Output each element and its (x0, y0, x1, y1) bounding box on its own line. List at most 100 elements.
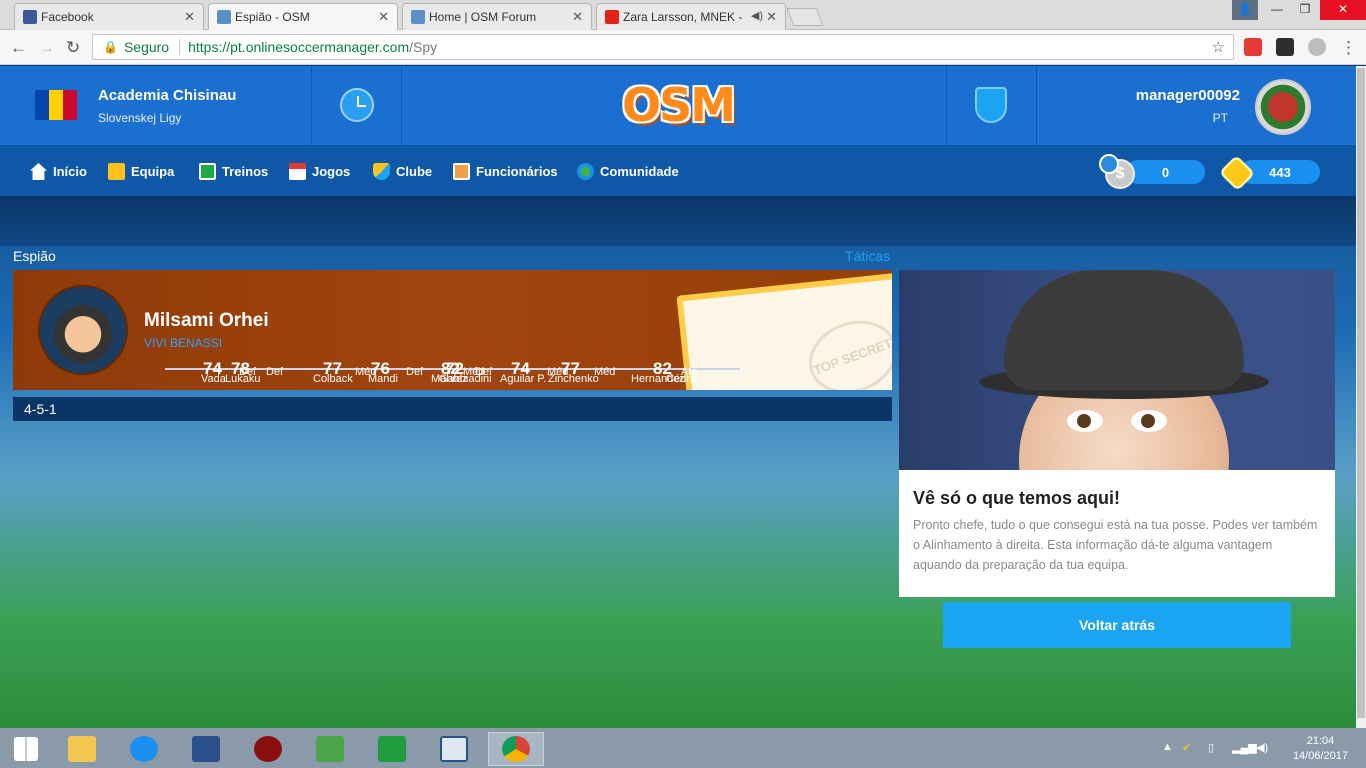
vertical-scrollbar[interactable] (1356, 66, 1366, 728)
spy-character-image (899, 270, 1335, 470)
back-arrow-icon[interactable]: ← (10, 38, 27, 58)
folder-icon (68, 736, 96, 762)
nav-clube[interactable]: Clube (373, 163, 432, 180)
calendar-icon (289, 163, 306, 180)
scrollbar-thumb[interactable] (1357, 68, 1365, 718)
taskbar-file-explorer[interactable] (58, 732, 106, 766)
extension-circle-icon[interactable] (1308, 38, 1326, 56)
spy-info-panel: Vê só o que temos aqui! Pronto chefe, tu… (899, 270, 1335, 597)
volume-icon[interactable]: ◀) (1256, 741, 1268, 754)
player-position: Méd (594, 366, 616, 378)
tab-facebook[interactable]: Facebook ✕ (14, 3, 204, 30)
tray-device-icon[interactable]: ▯ (1208, 741, 1214, 754)
clock-icon[interactable] (340, 88, 374, 122)
facebook-icon (23, 10, 37, 24)
minimize-button[interactable]: — (1262, 0, 1292, 20)
close-tab-icon[interactable]: ✕ (766, 9, 777, 25)
opponent-team-card: TOP SECRET Milsami Orhei VIVI BENASSI 74… (13, 270, 892, 390)
nav-funcionarios[interactable]: Funcionários (453, 163, 558, 180)
nav-label: Funcionários (476, 164, 558, 179)
tab-osm-forum[interactable]: Home | OSM Forum ✕ (402, 3, 592, 30)
osm-favicon-icon (217, 10, 231, 24)
portugal-crest-avatar[interactable] (1255, 79, 1311, 135)
clock-date: 14/06/2017 (1292, 750, 1348, 762)
taskbar-store[interactable] (368, 732, 416, 766)
nav-treinos[interactable]: Treinos (199, 163, 268, 180)
clock-time: 21:04 (1306, 735, 1335, 747)
main-nav: Início Equipa Treinos Jogos Clube Funcio… (0, 146, 1356, 196)
signal-icon[interactable]: ▂▄▆ (1232, 741, 1257, 754)
internet-explorer-icon (130, 736, 158, 762)
nav-jogos[interactable]: Jogos (289, 163, 350, 180)
tab-espiao-osm[interactable]: Espião - OSM ✕ (208, 3, 398, 30)
training-field-icon (199, 163, 216, 180)
piggy-bank-icon[interactable] (1099, 154, 1119, 174)
taskbar-messaging[interactable] (430, 732, 478, 766)
bookmark-star-icon[interactable]: ☆ (1212, 38, 1225, 56)
opponent-team-name: Milsami Orhei (144, 310, 269, 331)
nav-label: Equipa (131, 164, 175, 179)
user-profile-icon[interactable]: 👤 (1232, 0, 1258, 20)
address-bar[interactable]: 🔒 Seguro https://pt.onlinesoccermanager.… (92, 34, 1234, 60)
back-button[interactable]: Voltar atrás (943, 602, 1291, 648)
home-icon (30, 163, 47, 180)
extension-checkmark-icon[interactable] (1276, 38, 1294, 56)
start-button[interactable] (2, 732, 50, 766)
taskbar-media-player[interactable] (244, 732, 292, 766)
opponent-coach-name[interactable]: VIVI BENASSI (144, 336, 222, 350)
chrome-menu-icon[interactable]: ⋮ (1340, 38, 1357, 58)
maximize-button[interactable]: ❐ (1290, 0, 1320, 20)
osm-logo[interactable]: OSM (622, 78, 736, 134)
club-shield-icon (373, 163, 390, 180)
nav-inicio[interactable]: Início (30, 163, 87, 180)
taskbar-remote-desktop[interactable] (182, 732, 230, 766)
player-position: Def (475, 366, 493, 378)
nav-label: Início (53, 164, 87, 179)
new-tab-button[interactable] (786, 8, 824, 26)
tab-youtube[interactable]: Zara Larsson, MNEK - ◀) ✕ (596, 3, 786, 30)
taskbar-evernote[interactable] (306, 732, 354, 766)
shirt-icon (108, 163, 125, 180)
nav-comunidade[interactable]: Comunidade (577, 163, 679, 180)
nav-label: Clube (396, 164, 433, 179)
url-host: https://pt.onlinesoccermanager.com (188, 39, 410, 55)
close-window-button[interactable]: ✕ (1320, 0, 1366, 20)
reload-icon[interactable]: ↻ (66, 38, 80, 58)
media-player-icon (254, 736, 282, 762)
tray-shield-icon[interactable]: ✔ (1182, 741, 1191, 754)
nav-label: Jogos (312, 164, 351, 179)
close-tab-icon[interactable]: ✕ (184, 9, 195, 25)
taskbar-internet-explorer[interactable] (120, 732, 168, 766)
osm-favicon-icon (411, 10, 425, 24)
extension-adblock-icon[interactable] (1244, 38, 1262, 56)
close-tab-icon[interactable]: ✕ (572, 9, 583, 25)
tab-label: Zara Larsson, MNEK - (623, 10, 743, 24)
top-header: Academia Chisinau Slovenskej Ligy OSM ma… (0, 66, 1356, 146)
browser-toolbar: ← → ↻ 🔒 Seguro https://pt.onlinesoccerma… (0, 30, 1366, 65)
nav-equipa[interactable]: Equipa (108, 163, 174, 180)
close-tab-icon[interactable]: ✕ (378, 9, 389, 25)
remote-desktop-icon (192, 736, 220, 762)
panel-text: Pronto chefe, tudo o que consegui está n… (913, 518, 1318, 572)
store-icon (378, 736, 406, 762)
spy-hat (1004, 270, 1244, 390)
lock-icon: 🔒 (103, 40, 118, 54)
manager-name[interactable]: manager00092 (1136, 87, 1240, 104)
browser-tab-strip: Facebook ✕ Espião - OSM ✕ Home | OSM For… (0, 0, 1366, 30)
taskbar-chrome[interactable] (488, 732, 544, 766)
tab-label: Espião - OSM (235, 10, 310, 24)
shield-icon[interactable] (975, 87, 1007, 123)
evernote-icon (316, 736, 344, 762)
osm-page: Academia Chisinau Slovenskej Ligy OSM ma… (0, 66, 1356, 728)
coins-balance[interactable]: 0 (1126, 160, 1205, 184)
forward-arrow-icon[interactable]: → (38, 38, 55, 58)
tactics-link[interactable]: Táticas (845, 248, 890, 264)
tray-chevron-icon[interactable]: ▲ (1162, 741, 1173, 753)
staff-board-icon (453, 163, 470, 180)
formation-bar: 4-5-1 (13, 397, 892, 421)
tray-clock[interactable]: 21:04 14/06/2017 (1293, 734, 1348, 764)
player-name: Vada (201, 373, 226, 385)
club-name[interactable]: Academia Chisinau (98, 87, 236, 104)
page-title: Espião (13, 248, 56, 264)
speaker-icon[interactable]: ◀) (751, 9, 763, 22)
